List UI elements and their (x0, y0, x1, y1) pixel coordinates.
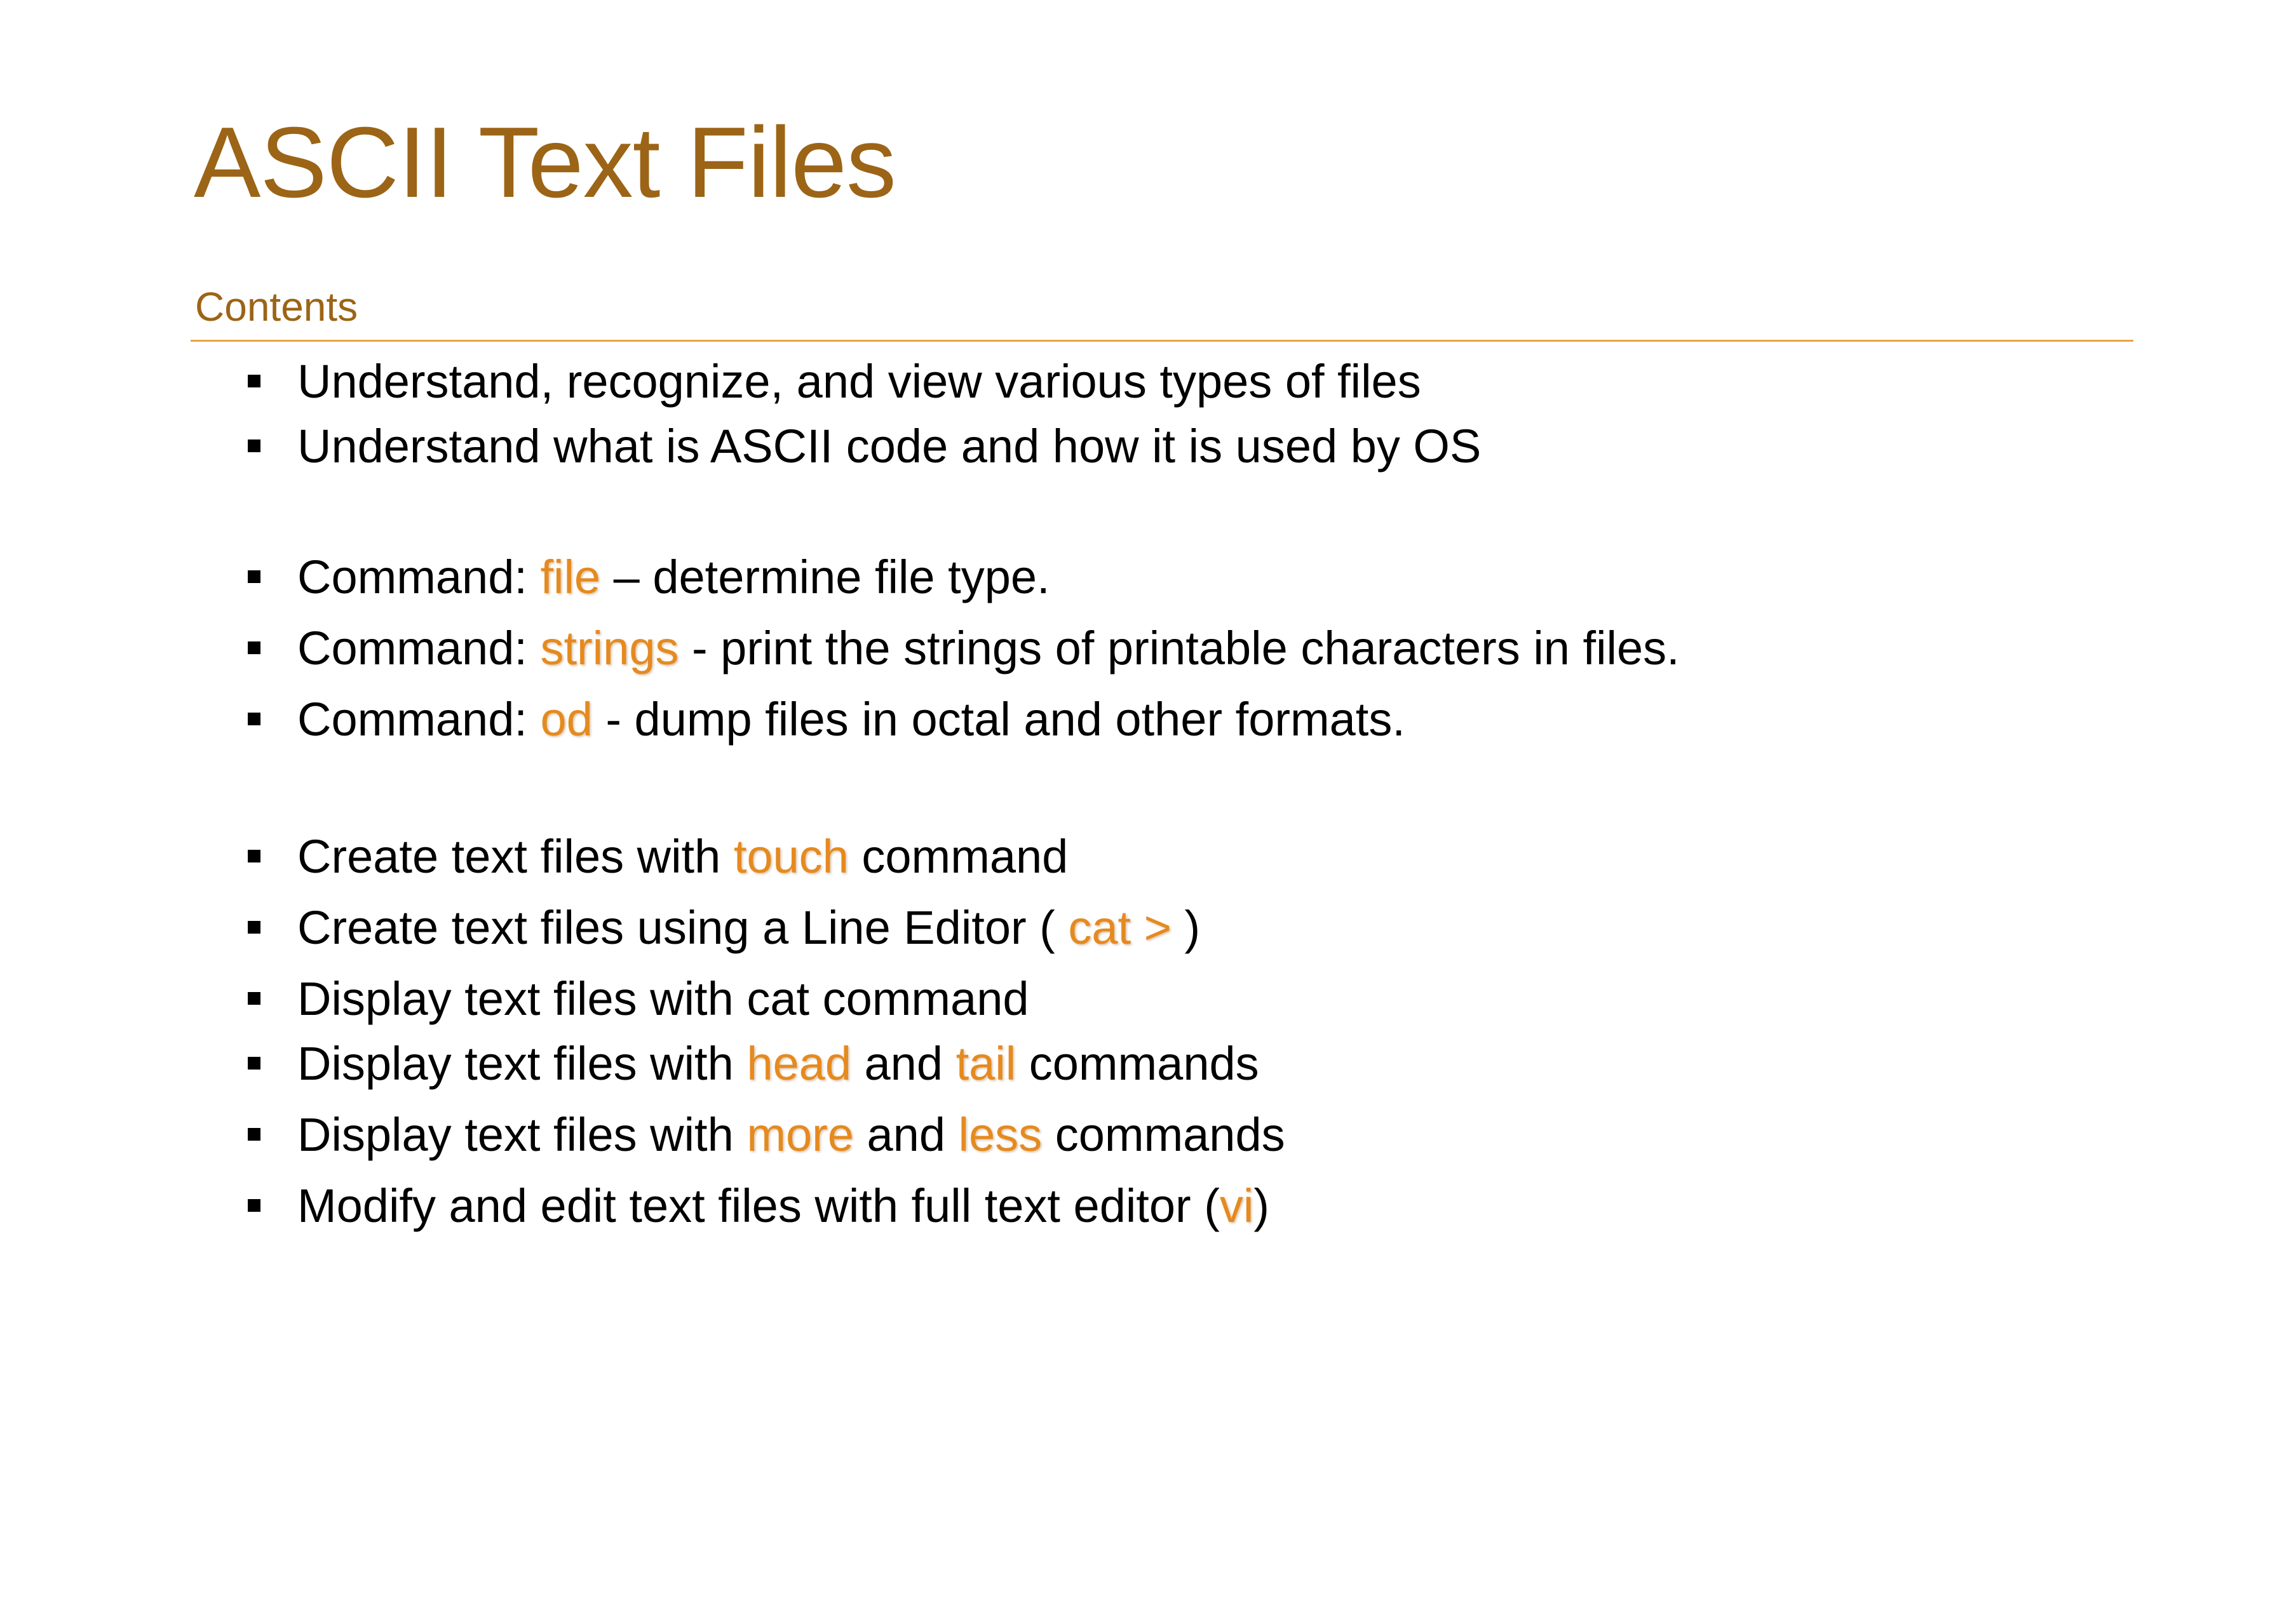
bullet-list: Understand, recognize, and view various … (0, 0, 2296, 1617)
item-text: Understand, recognize, and view various … (297, 354, 1421, 408)
list-item: Create text files using a Line Editor ( … (248, 896, 1200, 959)
command-name: od (540, 692, 593, 746)
square-bullet-icon (248, 1057, 260, 1070)
square-bullet-icon (248, 713, 260, 725)
item-text: Create text files with (297, 829, 734, 883)
list-item-text: Display text files with cat command (297, 972, 1029, 1026)
list-item: Create text files with touch command (248, 824, 1068, 888)
square-bullet-icon (248, 992, 260, 1005)
list-item: Display text files with more and less co… (248, 1103, 1285, 1166)
command-name: more (746, 1108, 854, 1161)
list-item: Display text files with head and tail co… (248, 1031, 1259, 1095)
list-item-text: Understand what is ASCII code and how it… (297, 419, 1481, 473)
item-text: Display text files with (297, 1037, 747, 1090)
command-name: less (958, 1108, 1043, 1161)
square-bullet-icon (248, 439, 260, 452)
list-item: Command: file – determine file type. (248, 545, 1050, 608)
command-name: vi (1219, 1179, 1254, 1232)
item-text: Create text files using a Line Editor ( (297, 901, 1069, 954)
square-bullet-icon (248, 375, 260, 387)
item-text: – determine file type. (600, 550, 1050, 603)
item-text: Modify and edit text files with full tex… (297, 1179, 1220, 1232)
item-text: Display text files with (297, 1108, 747, 1161)
square-bullet-icon (248, 641, 260, 654)
item-text: Display text files with cat command (297, 972, 1029, 1025)
item-text: - print the strings of printable charact… (679, 621, 1680, 674)
command-name: strings (540, 621, 679, 674)
item-text: Command: (297, 692, 541, 746)
command-name: tail (956, 1037, 1016, 1090)
list-item-text: Create text files with touch command (297, 829, 1068, 883)
list-item-text: Command: file – determine file type. (297, 550, 1050, 604)
list-item-text: Understand, recognize, and view various … (297, 354, 1421, 408)
square-bullet-icon (248, 570, 260, 583)
item-text: and (851, 1037, 956, 1090)
list-item: Command: od - dump files in octal and ot… (248, 687, 1405, 751)
item-text: ) (1171, 901, 1201, 954)
item-text: Understand what is ASCII code and how it… (297, 419, 1482, 473)
item-text: - dump files in octal and other formats. (592, 692, 1405, 746)
slide: ASCII Text Files Contents Understand, re… (0, 0, 2296, 1617)
list-item: Display text files with cat command (248, 967, 1029, 1030)
item-text: commands (1016, 1037, 1259, 1090)
item-text: commands (1042, 1108, 1285, 1161)
square-bullet-icon (248, 1128, 260, 1141)
list-item-text: Display text files with more and less co… (297, 1108, 1285, 1162)
item-text: and (853, 1108, 959, 1161)
command-name: touch (733, 829, 849, 883)
item-text: Command: (297, 550, 541, 603)
list-item: Command: strings - print the strings of … (248, 616, 1680, 680)
square-bullet-icon (248, 850, 260, 862)
command-name: cat > (1068, 901, 1172, 954)
list-item-text: Command: strings - print the strings of … (297, 621, 1680, 675)
list-item-text: Command: od - dump files in octal and ot… (297, 692, 1405, 746)
list-item-text: Modify and edit text files with full tex… (297, 1179, 1269, 1233)
command-name: file (540, 550, 601, 603)
list-item: Understand what is ASCII code and how it… (248, 414, 1481, 478)
list-item-text: Create text files using a Line Editor ( … (297, 901, 1200, 955)
list-item-text: Display text files with head and tail co… (297, 1037, 1259, 1090)
list-item: Understand, recognize, and view various … (248, 349, 1421, 413)
list-item: Modify and edit text files with full tex… (248, 1174, 1269, 1237)
square-bullet-icon (248, 1199, 260, 1212)
item-text: Command: (297, 621, 541, 674)
item-text: ) (1253, 1179, 1269, 1232)
square-bullet-icon (248, 921, 260, 934)
command-name: head (746, 1037, 851, 1090)
item-text: command (848, 829, 1069, 883)
